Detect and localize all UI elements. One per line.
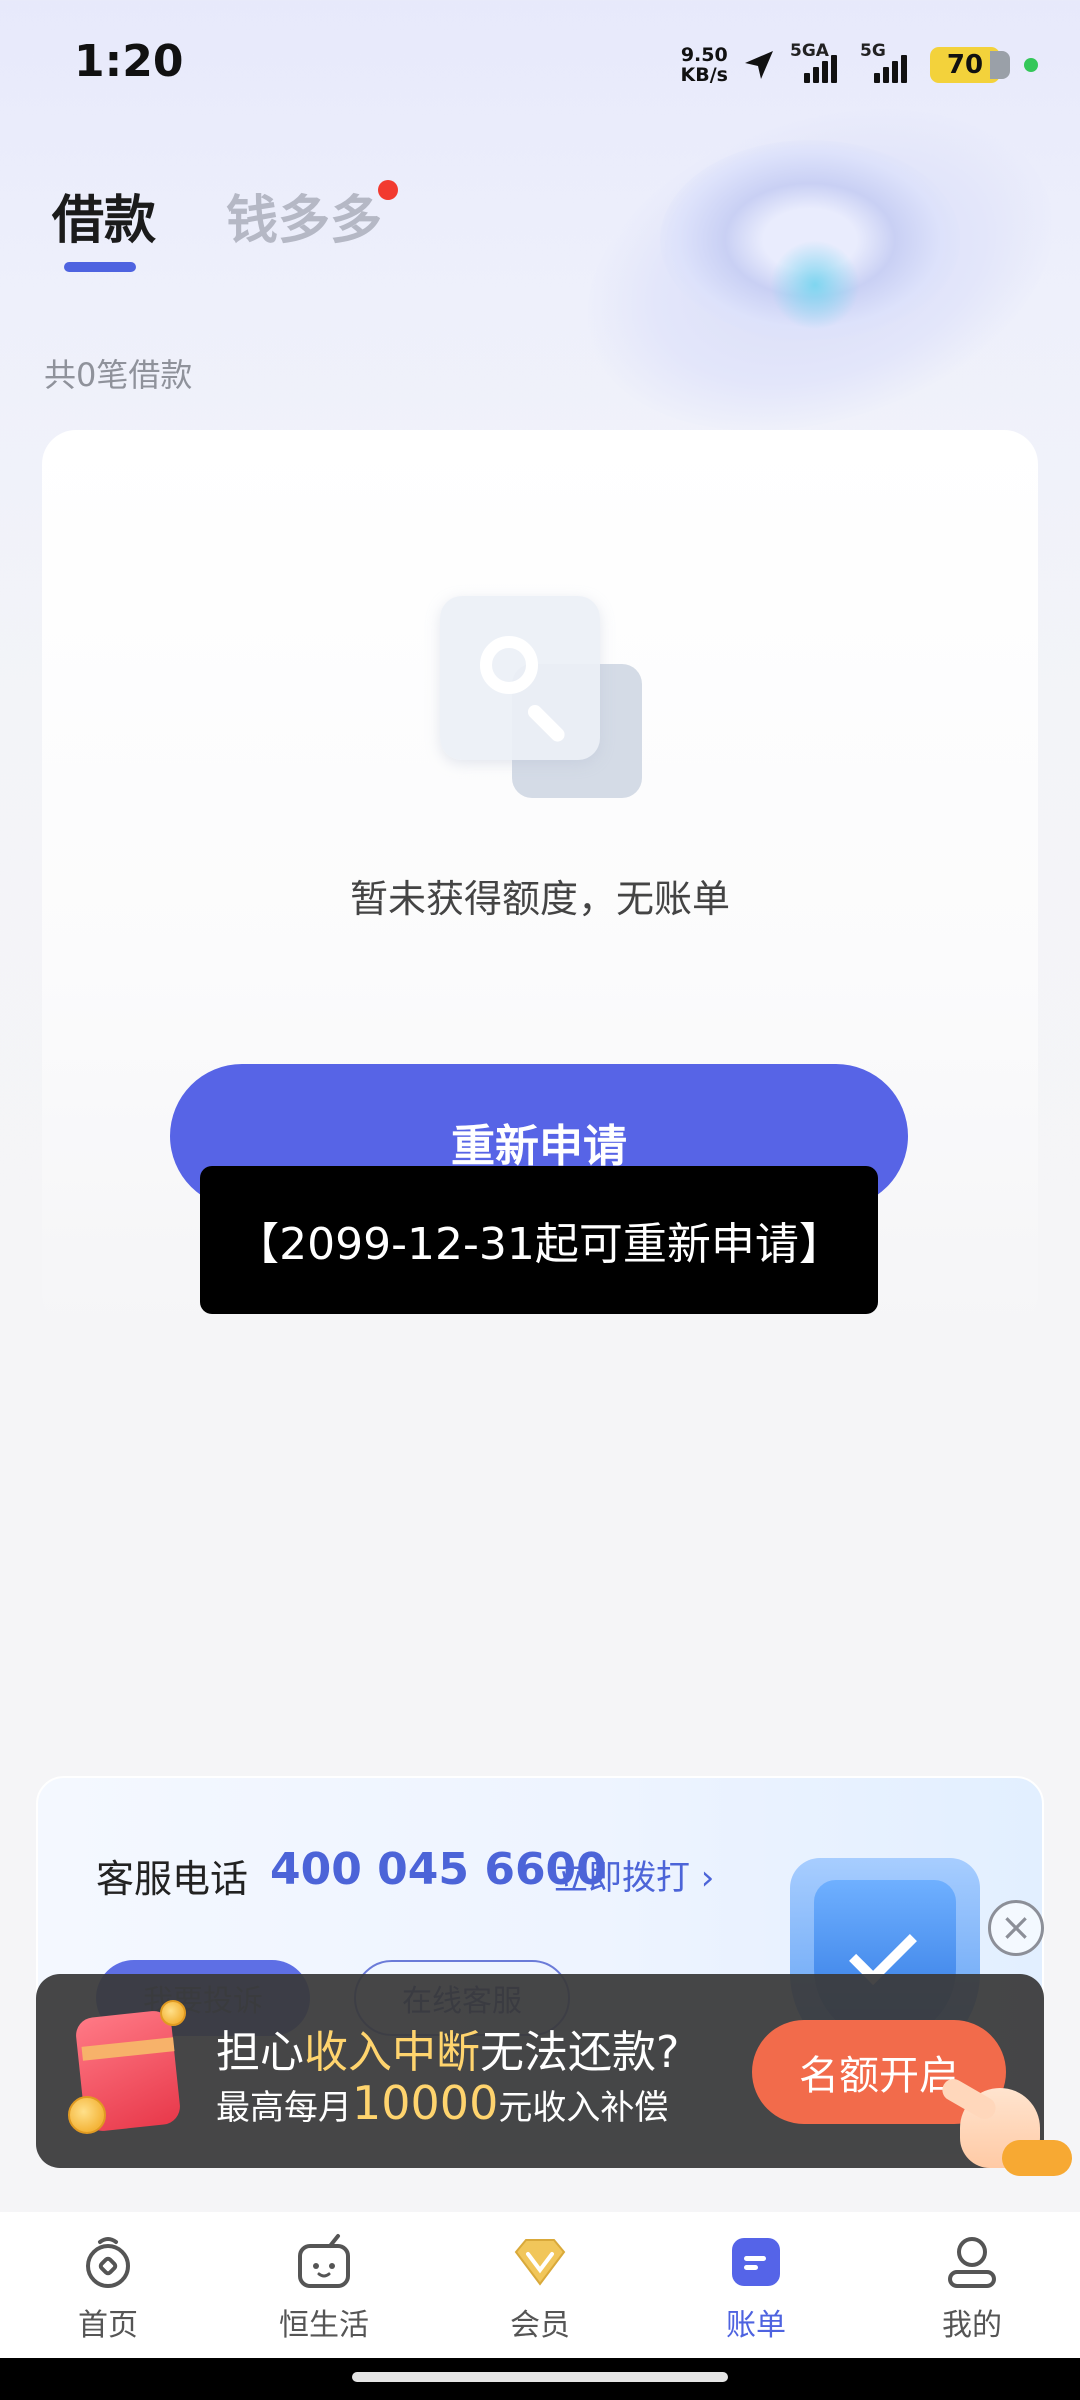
nav-vip-label: 会员 xyxy=(510,2308,570,2343)
bottom-navigation: 首页 恒生活 会员 账单 我的 xyxy=(0,2212,1080,2358)
promo-title-prefix: 担心 xyxy=(216,2027,304,2078)
nav-bill-label: 账单 xyxy=(726,2308,786,2343)
home-icon xyxy=(76,2230,140,2294)
promo-sub-prefix: 最高每月 xyxy=(216,2088,352,2128)
promo-title-suffix: 无法还款? xyxy=(480,2027,680,2078)
bill-icon xyxy=(724,2230,788,2294)
empty-message: 暂未获得额度，无账单 xyxy=(349,877,730,921)
notification-dot xyxy=(378,180,398,200)
nav-home-label: 首页 xyxy=(78,2308,138,2343)
home-indicator[interactable] xyxy=(352,2372,728,2382)
profile-icon xyxy=(940,2230,1004,2294)
nav-profile-label: 我的 xyxy=(942,2308,1002,2343)
nav-life-label: 恒生活 xyxy=(279,2308,369,2343)
nav-life[interactable]: 恒生活 xyxy=(216,2212,432,2358)
pointing-hand-cuff xyxy=(1002,2140,1072,2176)
header-glow-decoration xyxy=(770,240,860,330)
promo-sub-amount: 10000 xyxy=(352,2076,499,2130)
sim1-label: 5GA xyxy=(790,41,829,61)
sim2-label: 5G xyxy=(860,41,886,61)
service-phone-label: 客服电话 xyxy=(96,1857,249,1901)
status-time: 1:20 xyxy=(74,36,184,87)
net-speed: 9.50 KB/s xyxy=(681,45,728,85)
nav-home[interactable]: 首页 xyxy=(0,2212,216,2358)
coin-icon-small xyxy=(160,2000,186,2026)
promo-sub-suffix: 元收入补偿 xyxy=(498,2088,669,2128)
tab-qianduoduo[interactable]: 钱多多 xyxy=(226,178,382,253)
reapply-date-toast: 【2099-12-31起可重新申请】 xyxy=(200,1166,878,1314)
vip-icon xyxy=(508,2230,572,2294)
promo-title-highlight: 收入中断 xyxy=(304,2027,480,2078)
net-speed-value: 9.50 xyxy=(680,44,728,66)
net-speed-unit: KB/s xyxy=(680,64,728,86)
status-indicators: 9.50 KB/s 5GA 5G 70 xyxy=(681,40,1038,90)
close-icon[interactable]: × xyxy=(988,1900,1044,1956)
signal-sim1-icon: 5GA xyxy=(790,41,846,83)
coin-icon xyxy=(68,2096,106,2134)
nav-bill[interactable]: 账单 xyxy=(648,2212,864,2358)
loan-count: 共0笔借款 xyxy=(44,356,193,394)
call-now-link[interactable]: 立即拨打 › xyxy=(554,1850,714,1899)
privacy-indicator xyxy=(1024,58,1038,72)
tab-loan[interactable]: 借款 xyxy=(52,178,156,253)
nav-profile[interactable]: 我的 xyxy=(864,2212,1080,2358)
promo-subtitle: 最高每月10000元收入补偿 xyxy=(216,2076,668,2130)
nav-vip[interactable]: 会员 xyxy=(432,2212,648,2358)
search-icon xyxy=(480,636,538,694)
promo-title: 担心收入中断无法还款? xyxy=(216,2016,679,2080)
life-icon xyxy=(292,2230,356,2294)
signal-sim2-icon: 5G xyxy=(860,41,916,83)
location-arrow-icon xyxy=(745,51,773,79)
battery-icon: 70 xyxy=(930,47,1010,83)
tab-active-indicator xyxy=(64,262,136,272)
